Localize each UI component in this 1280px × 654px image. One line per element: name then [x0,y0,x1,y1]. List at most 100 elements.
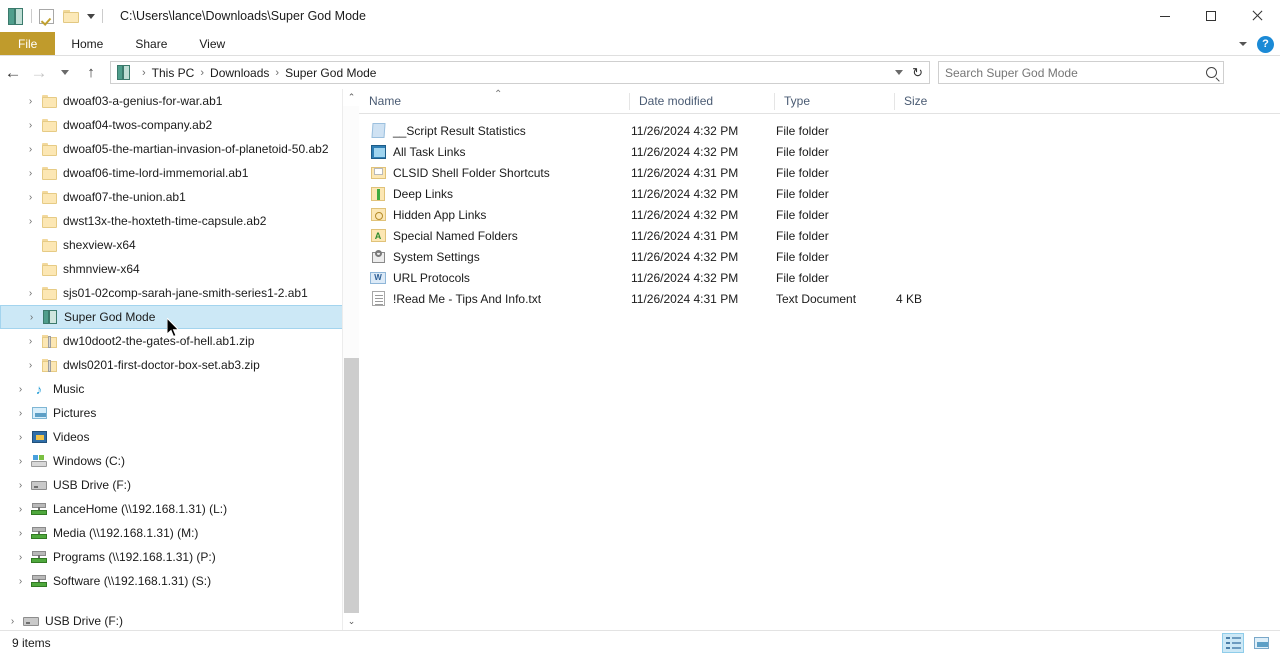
maximize-button[interactable] [1188,0,1234,32]
expand-chevron-icon[interactable]: › [12,504,29,515]
file-name-cell[interactable]: System Settings [359,249,629,264]
close-button[interactable] [1234,0,1280,32]
column-header-type[interactable]: Type [774,89,894,114]
tab-share[interactable]: Share [119,32,183,55]
file-row[interactable]: !Read Me - Tips And Info.txt 11/26/2024 4… [359,288,1280,309]
file-name-cell[interactable]: __Script Result Statistics [359,123,629,138]
tab-file[interactable]: File [0,32,56,55]
previous-locations-chevron-icon[interactable] [895,70,904,75]
nav-item-selected[interactable]: › Super God Mode [0,305,352,329]
file-name-cell[interactable]: Hidden App Links [359,208,629,222]
nav-item[interactable]: shexview-x64 [0,233,352,257]
file-name-cell[interactable]: !Read Me - Tips And Info.txt [359,291,629,306]
scrollbar-track[interactable] [343,106,359,613]
file-name-cell[interactable]: A Special Named Folders [359,229,629,243]
file-name-cell[interactable]: All Task Links [359,144,629,159]
nav-item[interactable]: › LanceHome (\\192.168.1.31) (L:) [0,497,352,521]
file-name-cell[interactable]: W URL Protocols [359,271,629,285]
minimize-button[interactable] [1142,0,1188,32]
expand-chevron-icon[interactable]: › [12,384,29,395]
expand-chevron-icon[interactable]: › [12,408,29,419]
nav-item[interactable]: › dw10doot2-the-gates-of-hell.ab1.zip [0,329,352,353]
nav-item[interactable]: › Videos [0,425,352,449]
text-document-icon [369,291,387,306]
expand-chevron-icon[interactable]: › [22,360,39,371]
file-row[interactable]: W URL Protocols 11/26/2024 4:32 PM File fol… [359,267,1280,288]
file-explorer-window: C:\Users\lance\Downloads\Super God Mode … [0,0,1280,654]
search-input[interactable]: Search Super God Mode [938,61,1224,84]
nav-item[interactable]: › Software (\\192.168.1.31) (S:) [0,569,352,593]
expand-ribbon-chevron-icon[interactable] [1239,42,1247,46]
expand-chevron-icon[interactable]: › [12,576,29,587]
forward-button[interactable]: → [26,60,52,86]
expand-chevron-icon[interactable]: › [22,288,39,299]
scroll-up-button[interactable]: ⌃ [343,89,359,106]
properties-checkbox-icon[interactable] [39,8,54,24]
breadcrumb-downloads[interactable]: Downloads [210,66,269,80]
expand-chevron-icon[interactable]: › [22,144,39,155]
nav-item[interactable]: › dwoaf03-a-genius-for-war.ab1 [0,89,352,113]
nav-item[interactable]: › sjs01-02comp-sarah-jane-smith-series1-2… [0,281,352,305]
usb-drive-icon [21,616,41,626]
expand-chevron-icon[interactable]: › [23,312,40,323]
nav-item[interactable]: › dwoaf06-time-lord-immemorial.ab1 [0,161,352,185]
recent-locations-button[interactable] [52,60,78,86]
nav-item[interactable]: › ♪ Music [0,377,352,401]
file-name-cell[interactable]: Deep Links [359,186,629,201]
nav-item[interactable]: › Media (\\192.168.1.31) (M:) [0,521,352,545]
tab-view[interactable]: View [183,32,241,55]
details-view-button[interactable] [1222,633,1244,653]
music-icon: ♪ [35,381,43,397]
file-row[interactable]: __Script Result Statistics 11/26/2024 4:3… [359,120,1280,141]
breadcrumb[interactable]: › This PC › Downloads › Super God Mode ↻ [110,61,930,84]
nav-scrollbar[interactable]: ⌃ ⌄ [342,89,359,630]
expand-chevron-icon[interactable]: › [22,336,39,347]
help-icon[interactable]: ? [1257,35,1274,53]
nav-item[interactable]: › dwoaf05-the-martian-invasion-of-planeto… [0,137,352,161]
breadcrumb-super-god-mode[interactable]: Super God Mode [285,66,376,80]
script-statistics-icon [369,123,387,138]
file-row[interactable]: A Special Named Folders 11/26/2024 4:31 PM… [359,225,1280,246]
expand-chevron-icon[interactable]: › [12,432,29,443]
expand-chevron-icon[interactable]: › [22,168,39,179]
nav-item[interactable]: › dwoaf07-the-union.ab1 [0,185,352,209]
scrollbar-thumb[interactable] [344,358,359,613]
expand-chevron-icon[interactable]: › [22,192,39,203]
column-header-size[interactable]: Size [894,89,974,114]
nav-item[interactable]: › Windows (C:) [0,449,352,473]
customize-chevron-icon[interactable] [87,13,95,19]
tab-home[interactable]: Home [55,32,119,55]
column-header-name[interactable]: Name ⌃ [359,89,629,114]
expand-chevron-icon[interactable]: › [12,528,29,539]
file-row[interactable]: System Settings 11/26/2024 4:32 PM File fo… [359,246,1280,267]
refresh-icon[interactable]: ↻ [912,65,923,81]
nav-item[interactable]: › Pictures [0,401,352,425]
file-row[interactable]: Deep Links 11/26/2024 4:32 PM File folder [359,183,1280,204]
nav-item[interactable]: › dwls0201-first-doctor-box-set.ab3.zip [0,353,352,377]
search-icon[interactable] [1206,67,1217,78]
network-drive-icon [29,527,49,539]
expand-chevron-icon[interactable]: › [12,480,29,491]
file-row[interactable]: All Task Links 11/26/2024 4:32 PM File fol… [359,141,1280,162]
new-folder-icon[interactable] [63,9,79,23]
nav-item[interactable]: › dwoaf04-twos-company.ab2 [0,113,352,137]
super-god-mode-icon[interactable] [8,7,24,25]
nav-item[interactable]: › USB Drive (F:) [0,473,352,497]
nav-item[interactable]: › dwst13x-the-hoxteth-time-capsule.ab2 [0,209,352,233]
file-name-cell[interactable]: CLSID Shell Folder Shortcuts [359,166,629,180]
nav-item[interactable]: shmnview-x64 [0,257,352,281]
file-row[interactable]: CLSID Shell Folder Shortcuts 11/26/2024 4… [359,162,1280,183]
expand-chevron-icon[interactable]: › [22,120,39,131]
expand-chevron-icon[interactable]: › [4,616,21,627]
nav-item[interactable]: › Programs (\\192.168.1.31) (P:) [0,545,352,569]
breadcrumb-this-pc[interactable]: This PC [152,66,195,80]
expand-chevron-icon[interactable]: › [12,456,29,467]
column-header-date-modified[interactable]: Date modified [629,89,774,114]
expand-chevron-icon[interactable]: › [22,216,39,227]
expand-chevron-icon[interactable]: › [12,552,29,563]
large-icons-view-button[interactable] [1250,633,1272,653]
up-button[interactable]: ↑ [78,60,104,86]
expand-chevron-icon[interactable]: › [22,96,39,107]
file-row[interactable]: Hidden App Links 11/26/2024 4:32 PM File f… [359,204,1280,225]
back-button[interactable]: ← [0,60,26,86]
